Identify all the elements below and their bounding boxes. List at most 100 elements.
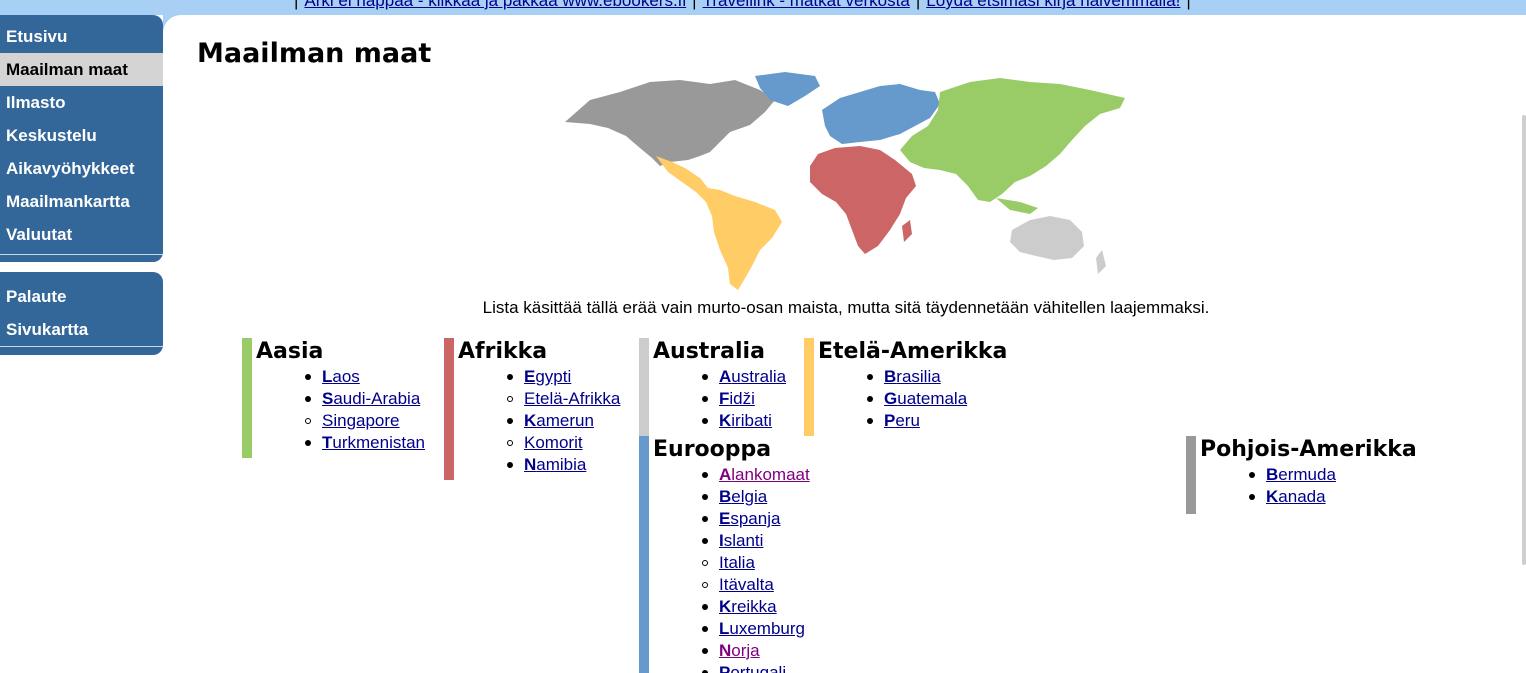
region-title-south-america: Etelä-Amerikka — [818, 339, 1008, 364]
map-north-america — [565, 80, 775, 166]
country-link-portugali[interactable]: Portugali — [719, 663, 786, 673]
list-item: Fidži — [701, 388, 786, 410]
country-list-asia: Laos Saudi-Arabia Singapore Turkmenistan — [256, 366, 425, 454]
country-link-norja[interactable]: Norja — [719, 641, 760, 660]
nav-item-aikavyohykkeet[interactable]: Aikavyöhykkeet — [0, 152, 163, 185]
list-item: Luxemburg — [702, 618, 810, 640]
region-north-america: Pohjois-Amerikka Bermuda Kanada — [1186, 436, 1417, 514]
country-link-espanja[interactable]: Espanja — [719, 509, 780, 528]
separator: | — [1186, 0, 1191, 10]
region-title-europe: Eurooppa — [653, 437, 772, 462]
nav-item-etusivu[interactable]: Etusivu — [0, 20, 163, 53]
country-link-kanada[interactable]: Kanada — [1266, 487, 1326, 506]
country-link-kiribati[interactable]: Kiribati — [719, 411, 772, 430]
list-item: Espanja — [702, 508, 810, 530]
country-link-guatemala[interactable]: Guatemala — [884, 389, 967, 408]
scrollbar-thumb[interactable] — [1522, 115, 1526, 565]
book-link[interactable]: Löydä etsimäsi kirja halvemmalla! — [926, 0, 1180, 10]
list-item: Portugali — [702, 662, 810, 673]
map-madagascar — [902, 220, 912, 242]
map-se-asia — [996, 198, 1038, 214]
list-item: Laos — [305, 366, 425, 388]
region-asia: Aasia Laos Saudi-Arabia Singapore Turkme… — [242, 338, 425, 458]
country-link-peru[interactable]: Peru — [884, 411, 920, 430]
country-link-laos[interactable]: Laos — [322, 367, 360, 386]
country-list-south-america: Brasilia Guatemala Peru — [818, 366, 1007, 432]
list-item: Namibia — [506, 454, 620, 476]
page-scrollbar[interactable] — [1521, 15, 1526, 673]
nav-item-maailmankartta[interactable]: Maailmankartta — [0, 185, 163, 218]
list-item: Singapore — [305, 410, 425, 432]
region-south-america: Etelä-Amerikka Brasilia Guatemala Peru — [804, 338, 1007, 436]
divider — [0, 346, 163, 347]
country-link-australia[interactable]: Australia — [719, 367, 786, 386]
list-item: Peru — [866, 410, 1007, 432]
content-corner — [163, 15, 183, 35]
world-map — [565, 72, 1125, 290]
country-link-turkmenistan[interactable]: Turkmenistan — [322, 433, 425, 452]
country-link-italia[interactable]: Italia — [719, 553, 755, 572]
country-link-bermuda[interactable]: Bermuda — [1266, 465, 1336, 484]
list-item: Kanada — [1249, 486, 1417, 508]
country-link-fidzi[interactable]: Fidži — [719, 389, 755, 408]
travellink-link[interactable]: Travellink - matkat verkosta — [703, 0, 910, 10]
country-link-itavalta[interactable]: Itävalta — [719, 575, 774, 594]
list-item: Belgia — [702, 486, 810, 508]
list-item: Brasilia — [866, 366, 1007, 388]
list-item: Itävalta — [702, 574, 810, 596]
country-link-komorit[interactable]: Komorit — [524, 433, 583, 452]
nav-item-keskustelu[interactable]: Keskustelu — [0, 119, 163, 152]
nav-item-maailman-maat[interactable]: Maailman maat — [0, 53, 163, 86]
list-item: Bermuda — [1249, 464, 1417, 486]
map-africa — [810, 146, 916, 254]
top-links: | Arki ei nappaa - klikkaa ja pakkaa www.… — [288, 0, 1197, 11]
top-link-strip: | Arki ei nappaa - klikkaa ja pakkaa www.… — [0, 0, 1526, 15]
country-link-islanti[interactable]: Islanti — [719, 531, 763, 550]
region-title-north-america: Pohjois-Amerikka — [1200, 437, 1417, 462]
country-list-north-america: Bermuda Kanada — [1200, 464, 1417, 508]
list-item: Alankomaat — [702, 464, 810, 486]
map-south-america — [656, 156, 782, 290]
list-item: Australia — [701, 366, 786, 388]
region-title-asia: Aasia — [256, 339, 324, 364]
list-item: Turkmenistan — [305, 432, 425, 454]
page-title: Maailman maat — [197, 38, 432, 69]
list-item: Egypti — [506, 366, 620, 388]
map-australia — [1010, 216, 1084, 260]
region-title-africa: Afrikka — [458, 339, 548, 364]
country-link-brasilia[interactable]: Brasilia — [884, 367, 941, 386]
country-link-alankomaat[interactable]: Alankomaat — [719, 465, 810, 484]
map-new-zealand — [1096, 250, 1106, 274]
ebookers-link[interactable]: Arki ei nappaa - klikkaa ja pakkaa www.e… — [304, 0, 686, 10]
region-africa: Afrikka Egypti Etelä-Afrikka Kamerun Kom… — [444, 338, 620, 480]
country-link-singapore[interactable]: Singapore — [322, 411, 400, 430]
list-item: Saudi-Arabia — [305, 388, 425, 410]
list-item: Italia — [702, 552, 810, 574]
separator: | — [915, 0, 921, 10]
country-list-europe: Alankomaat Belgia Espanja Islanti Italia… — [653, 464, 810, 673]
country-link-etela-afrikka[interactable]: Etelä-Afrikka — [524, 389, 620, 408]
list-item: Kiribati — [701, 410, 786, 432]
region-title-australia: Australia — [653, 339, 765, 364]
list-note: Lista käsittää tällä erää vain murto-osa… — [0, 298, 1382, 318]
country-link-saudi-arabia[interactable]: Saudi-Arabia — [322, 389, 420, 408]
country-list-australia: Australia Fidži Kiribati — [653, 366, 786, 432]
nav-item-valuutat[interactable]: Valuutat — [0, 218, 163, 251]
divider — [0, 254, 163, 255]
country-link-belgia[interactable]: Belgia — [719, 487, 767, 506]
list-note-text: Lista käsittää tällä erää vain murto-osa… — [482, 298, 1210, 317]
country-link-namibia[interactable]: Namibia — [524, 455, 586, 474]
list-item: Norja — [702, 640, 810, 662]
country-link-luxemburg[interactable]: Luxemburg — [719, 619, 805, 638]
nav-item-ilmasto[interactable]: Ilmasto — [0, 86, 163, 119]
country-link-kamerun[interactable]: Kamerun — [524, 411, 594, 430]
separator: | — [294, 0, 299, 10]
region-europe: Eurooppa Alankomaat Belgia Espanja Islan… — [639, 436, 810, 673]
list-item: Guatemala — [866, 388, 1007, 410]
country-link-kreikka[interactable]: Kreikka — [719, 597, 777, 616]
separator: | — [692, 0, 697, 10]
list-item: Etelä-Afrikka — [506, 388, 620, 410]
list-item: Kreikka — [702, 596, 810, 618]
country-list-africa: Egypti Etelä-Afrikka Kamerun Komorit Nam… — [458, 366, 620, 476]
country-link-egypti[interactable]: Egypti — [524, 367, 571, 386]
